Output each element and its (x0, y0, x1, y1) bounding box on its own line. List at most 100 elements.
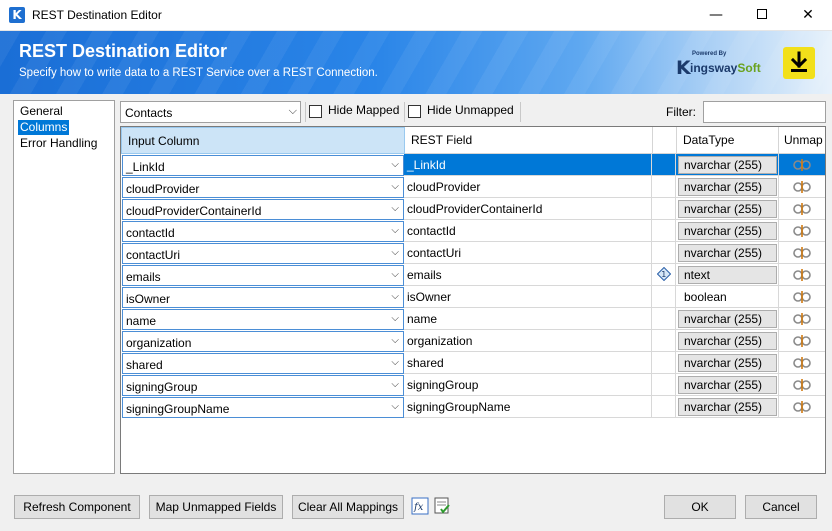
table-row[interactable]: signingGroupName ⌵ signingGroupName nvarcha… (121, 396, 825, 418)
unmap-button[interactable] (779, 286, 825, 308)
refresh-component-button[interactable]: Refresh Component (14, 495, 140, 519)
input-column-select[interactable]: cloudProviderContainerId ⌵ (122, 199, 404, 220)
input-column-cell[interactable]: contactId ⌵ (121, 220, 404, 242)
nav-item-general[interactable]: General (18, 104, 65, 119)
rest-field-cell[interactable]: emails (404, 264, 652, 286)
rest-field-cell[interactable]: organization (404, 330, 652, 352)
rest-field-cell[interactable]: name (404, 308, 652, 330)
hide-mapped-checkbox[interactable] (309, 105, 322, 118)
unmap-button[interactable] (779, 154, 825, 176)
table-row[interactable]: signingGroup ⌵ signingGroup nvarchar (255) (121, 374, 825, 396)
datatype-box[interactable]: ntext (678, 266, 777, 284)
unmap-button[interactable] (779, 374, 825, 396)
table-row[interactable]: organization ⌵ organization nvarchar (255) (121, 330, 825, 352)
input-column-select[interactable]: emails ⌵ (122, 265, 404, 286)
datatype-cell[interactable]: nvarchar (255) (676, 352, 779, 374)
input-column-cell[interactable]: cloudProvider ⌵ (121, 176, 404, 198)
datatype-box[interactable]: nvarchar (255) (678, 376, 777, 394)
input-column-select[interactable]: signingGroupName ⌵ (122, 397, 404, 418)
table-row[interactable]: isOwner ⌵ isOwner boolean (121, 286, 825, 308)
input-column-cell[interactable]: signingGroupName ⌵ (121, 396, 404, 418)
rest-field-cell[interactable]: contactId (404, 220, 652, 242)
datatype-cell[interactable]: nvarchar (255) (676, 396, 779, 418)
download-button[interactable] (783, 47, 815, 79)
input-column-select[interactable]: contactId ⌵ (122, 221, 404, 242)
table-row[interactable]: _LinkId ⌵ _LinkId nvarchar (255) (121, 154, 825, 176)
input-column-cell[interactable]: emails ⌵ (121, 264, 404, 286)
filter-input[interactable] (703, 101, 826, 123)
expression-button[interactable]: fx (411, 497, 429, 515)
rest-field-cell[interactable]: _LinkId (404, 154, 652, 176)
rest-field-cell[interactable]: signingGroupName (404, 396, 652, 418)
datatype-box[interactable]: nvarchar (255) (678, 178, 777, 196)
input-column-select[interactable]: isOwner ⌵ (122, 287, 404, 308)
input-column-select[interactable]: contactUri ⌵ (122, 243, 404, 264)
rest-field-cell[interactable]: cloudProvider (404, 176, 652, 198)
datatype-box[interactable]: nvarchar (255) (678, 354, 777, 372)
input-column-cell[interactable]: name ⌵ (121, 308, 404, 330)
rest-field-cell[interactable]: shared (404, 352, 652, 374)
datatype-cell[interactable]: nvarchar (255) (676, 220, 779, 242)
datatype-box[interactable]: nvarchar (255) (678, 398, 777, 416)
table-row[interactable]: name ⌵ name nvarchar (255) (121, 308, 825, 330)
datatype-box[interactable]: nvarchar (255) (678, 332, 777, 350)
datatype-box[interactable]: nvarchar (255) (678, 244, 777, 262)
ok-button[interactable]: OK (664, 495, 736, 519)
close-button[interactable]: ✕ (785, 0, 831, 31)
datatype-cell[interactable]: nvarchar (255) (676, 374, 779, 396)
table-row[interactable]: cloudProvider ⌵ cloudProvider nvarchar (255… (121, 176, 825, 198)
unmap-button[interactable] (779, 220, 825, 242)
table-row[interactable]: cloudProviderContainerId ⌵ cloudProviderCo… (121, 198, 825, 220)
input-column-select[interactable]: name ⌵ (122, 309, 404, 330)
unmap-button[interactable] (779, 308, 825, 330)
rest-field-cell[interactable]: contactUri (404, 242, 652, 264)
datatype-cell[interactable]: nvarchar (255) (676, 242, 779, 264)
datatype-box[interactable]: nvarchar (255) (678, 310, 777, 328)
clear-all-mappings-button[interactable]: Clear All Mappings (292, 495, 404, 519)
input-column-cell[interactable]: cloudProviderContainerId ⌵ (121, 198, 404, 220)
hide-unmapped-checkbox[interactable] (408, 105, 421, 118)
unmap-button[interactable] (779, 264, 825, 286)
input-column-select[interactable]: signingGroup ⌵ (122, 375, 404, 396)
input-column-select[interactable]: shared ⌵ (122, 353, 404, 374)
datatype-box[interactable]: nvarchar (255) (678, 222, 777, 240)
input-column-cell[interactable]: signingGroup ⌵ (121, 374, 404, 396)
maximize-button[interactable] (739, 0, 785, 31)
object-select[interactable]: Contacts ⌵ (120, 101, 301, 123)
document-check-button[interactable] (433, 497, 451, 515)
hide-mapped-label[interactable]: Hide Mapped (328, 103, 399, 117)
header-input-column[interactable]: Input Column (121, 127, 405, 154)
unmap-button[interactable] (779, 352, 825, 374)
datatype-cell[interactable]: nvarchar (255) (676, 330, 779, 352)
datatype-cell[interactable]: nvarchar (255) (676, 308, 779, 330)
header-datatype[interactable]: DataType (677, 127, 779, 154)
table-row[interactable]: shared ⌵ shared nvarchar (255) (121, 352, 825, 374)
header-rest-field[interactable]: REST Field (405, 127, 653, 154)
datatype-cell[interactable]: ntext (676, 264, 779, 286)
datatype-cell[interactable]: nvarchar (255) (676, 198, 779, 220)
datatype-cell[interactable]: nvarchar (255) (676, 176, 779, 198)
datatype-box[interactable]: boolean (678, 288, 777, 306)
unmap-button[interactable] (779, 242, 825, 264)
cancel-button[interactable]: Cancel (745, 495, 817, 519)
unmap-button[interactable] (779, 176, 825, 198)
input-column-select[interactable]: cloudProvider ⌵ (122, 177, 404, 198)
table-row[interactable]: emails ⌵ emails 1 ntext (121, 264, 825, 286)
input-column-cell[interactable]: isOwner ⌵ (121, 286, 404, 308)
datatype-cell[interactable]: nvarchar (255) (676, 154, 779, 176)
table-row[interactable]: contactUri ⌵ contactUri nvarchar (255) (121, 242, 825, 264)
unmap-button[interactable] (779, 198, 825, 220)
input-column-cell[interactable]: contactUri ⌵ (121, 242, 404, 264)
minimize-button[interactable]: — (693, 0, 739, 31)
table-row[interactable]: contactId ⌵ contactId nvarchar (255) (121, 220, 825, 242)
input-column-cell[interactable]: _LinkId ⌵ (121, 154, 404, 176)
map-unmapped-fields-button[interactable]: Map Unmapped Fields (149, 495, 283, 519)
datatype-box[interactable]: nvarchar (255) (678, 156, 777, 174)
datatype-cell[interactable]: boolean (676, 286, 779, 308)
unmap-button[interactable] (779, 330, 825, 352)
input-column-select[interactable]: _LinkId ⌵ (122, 155, 404, 176)
datatype-box[interactable]: nvarchar (255) (678, 200, 777, 218)
header-unmap[interactable]: Unmap (779, 127, 825, 154)
hide-unmapped-label[interactable]: Hide Unmapped (427, 103, 514, 117)
nav-item-columns[interactable]: Columns (18, 120, 70, 135)
